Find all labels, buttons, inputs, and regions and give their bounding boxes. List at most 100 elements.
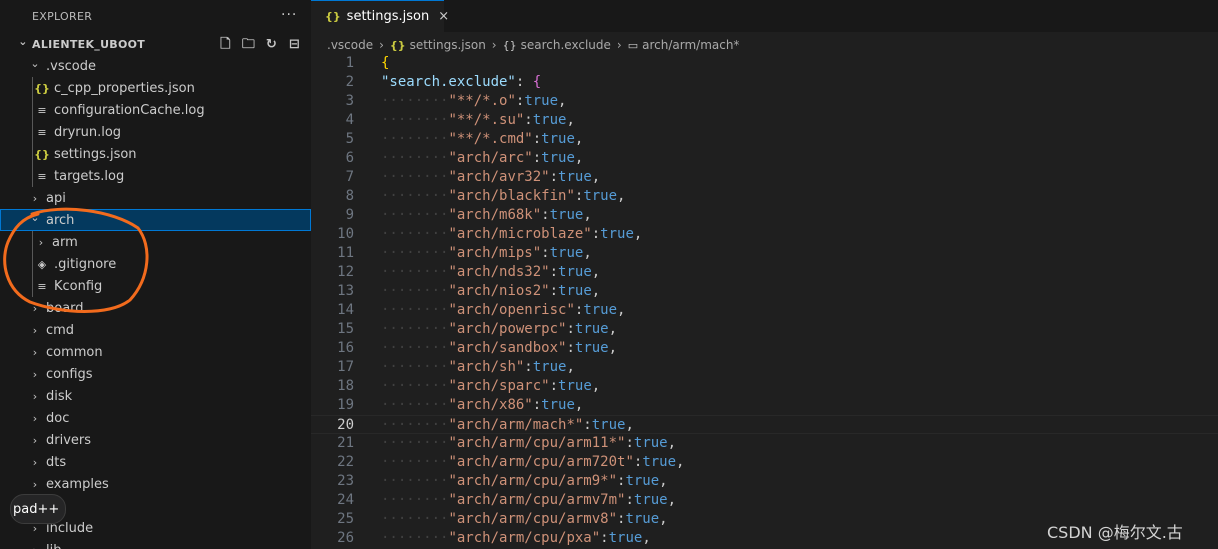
text-file-icon: ≡	[37, 125, 47, 139]
text-file-icon: ≡	[37, 169, 47, 183]
code-line[interactable]: 7 ········"arch/avr32":true,	[311, 168, 1218, 187]
tree-item[interactable]: › configs	[0, 363, 311, 385]
breadcrumb-item[interactable]: search.exclude	[521, 38, 611, 52]
collapse-all-icon[interactable]: ⊟	[287, 37, 302, 52]
explorer-sidebar: EXPLORER ··· ⌄ ALIENTEK_UBOOT 🗋 🗀 ↻ ⊟ ⌄ .vscode…	[0, 0, 311, 549]
code-text: ········"arch/avr32":true,	[381, 169, 601, 185]
tab-bar: {} settings.json ×	[311, 0, 1218, 32]
tree-item-label: c_cpp_properties.json	[54, 80, 195, 96]
tree-item[interactable]: › common	[0, 341, 311, 363]
line-number: 12	[337, 264, 354, 280]
line-number: 11	[337, 245, 354, 261]
breadcrumb-item[interactable]: settings.json	[410, 38, 486, 52]
text-file-icon: ≡	[37, 279, 47, 293]
tree-item[interactable]: {} c_cpp_properties.json	[0, 77, 311, 99]
tree-item[interactable]: › arm	[0, 231, 311, 253]
tree-item[interactable]: ≡ Kconfig	[0, 275, 311, 297]
code-line[interactable]: 14 ········"arch/openrisc":true,	[311, 301, 1218, 320]
object-icon: {}	[502, 38, 517, 52]
code-text: ········"arch/mips":true,	[381, 245, 592, 261]
tree-item[interactable]: › api	[0, 187, 311, 209]
line-number: 22	[337, 454, 354, 470]
tree-item-label: api	[46, 190, 66, 206]
code-text: "search.exclude": {	[381, 74, 542, 90]
code-text: ········"arch/arm/cpu/armv7m":true,	[381, 492, 677, 508]
tree-item[interactable]: ≡ targets.log	[0, 165, 311, 187]
editor-area: {} settings.json × .vscode › {} settings…	[311, 0, 1218, 549]
line-number: 23	[337, 473, 354, 489]
tree-item[interactable]: › lib	[0, 539, 311, 549]
chevron-down-icon: ⌄	[18, 34, 28, 48]
code-line[interactable]: 3 ········"**/*.o":true,	[311, 92, 1218, 111]
code-line[interactable]: 23 ········"arch/arm/cpu/arm9*":true,	[311, 472, 1218, 491]
tree-item-label: dryrun.log	[54, 124, 122, 140]
tree-item[interactable]: › examples	[0, 473, 311, 495]
code-text: ········"arch/nds32":true,	[381, 264, 601, 280]
tree-item[interactable]: › dts	[0, 451, 311, 473]
indent-guide	[32, 77, 33, 187]
code-line[interactable]: 19 ········"arch/x86":true,	[311, 396, 1218, 415]
line-number: 15	[337, 321, 354, 337]
code-line[interactable]: 5 ········"**/*.cmd":true,	[311, 130, 1218, 149]
new-file-icon[interactable]: 🗋	[218, 37, 233, 52]
tree-item-label: .gitignore	[54, 256, 117, 272]
tree-item-label: dts	[46, 454, 67, 470]
refresh-icon[interactable]: ↻	[264, 37, 279, 52]
code-line[interactable]: 15 ········"arch/powerpc":true,	[311, 320, 1218, 339]
code-line[interactable]: 17 ········"arch/sh":true,	[311, 358, 1218, 377]
code-line[interactable]: 10 ········"arch/microblaze":true,	[311, 225, 1218, 244]
code-line[interactable]: 6 ········"arch/arc":true,	[311, 149, 1218, 168]
line-number: 2	[345, 74, 354, 90]
line-number: 5	[345, 131, 354, 147]
chevron-right-icon: ›	[32, 367, 38, 381]
code-text: ········"arch/blackfin":true,	[381, 188, 626, 204]
tree-item[interactable]: › doc	[0, 407, 311, 429]
code-text: ········"arch/sparc":true,	[381, 378, 601, 394]
code-text: {	[381, 55, 390, 71]
code-text: ········"arch/arm/cpu/armv8":true,	[381, 511, 668, 527]
chevron-right-icon: ›	[32, 411, 38, 425]
code-line[interactable]: 8 ········"arch/blackfin":true,	[311, 187, 1218, 206]
tree-item[interactable]: › board	[0, 297, 311, 319]
code-line[interactable]: 20 ········"arch/arm/mach*":true,	[311, 415, 1218, 434]
text-file-icon: ≡	[37, 103, 47, 117]
close-icon[interactable]: ×	[438, 9, 449, 24]
git-file-icon: ◈	[37, 257, 47, 271]
code-line[interactable]: 21 ········"arch/arm/cpu/arm11*":true,	[311, 434, 1218, 453]
code-line[interactable]: 4 ········"**/*.su":true,	[311, 111, 1218, 130]
tree-item[interactable]: › disk	[0, 385, 311, 407]
tree-item[interactable]: ◈ .gitignore	[0, 253, 311, 275]
tree-item-label: drivers	[46, 432, 92, 448]
tree-item[interactable]: ⌄ .vscode	[0, 55, 311, 77]
tree-item[interactable]: › drivers	[0, 429, 311, 451]
tree-root-folder[interactable]: ⌄ ALIENTEK_UBOOT 🗋 🗀 ↻ ⊟	[0, 33, 311, 55]
tree-item[interactable]: {} settings.json	[0, 143, 311, 165]
code-line[interactable]: 9 ········"arch/m68k":true,	[311, 206, 1218, 225]
code-line[interactable]: 24 ········"arch/arm/cpu/armv7m":true,	[311, 491, 1218, 510]
code-line[interactable]: 1{	[311, 54, 1218, 73]
tree-item[interactable]: ≡ configurationCache.log	[0, 99, 311, 121]
more-actions-icon[interactable]: ···	[281, 7, 297, 23]
breadcrumb-item[interactable]: arch/arm/mach*	[642, 38, 739, 52]
code-text: ········"arch/arc":true,	[381, 150, 584, 166]
tab-settings-json[interactable]: {} settings.json ×	[311, 0, 449, 32]
tree-item[interactable]: ⌄ arch	[0, 209, 311, 231]
breadcrumb-item[interactable]: .vscode	[327, 38, 373, 52]
code-line[interactable]: 13 ········"arch/nios2":true,	[311, 282, 1218, 301]
code-line[interactable]: 2 "search.exclude": {	[311, 73, 1218, 92]
code-line[interactable]: 12 ········"arch/nds32":true,	[311, 263, 1218, 282]
new-folder-icon[interactable]: 🗀	[241, 37, 256, 52]
code-line[interactable]: 18 ········"arch/sparc":true,	[311, 377, 1218, 396]
code-line[interactable]: 11 ········"arch/mips":true,	[311, 244, 1218, 263]
tree-item[interactable]: › cmd	[0, 319, 311, 341]
line-number: 26	[337, 530, 354, 546]
line-number: 19	[337, 397, 354, 413]
code-line[interactable]: 22 ········"arch/arm/cpu/arm720t":true,	[311, 453, 1218, 472]
line-number: 10	[337, 226, 354, 242]
tree-item[interactable]: ≡ dryrun.log	[0, 121, 311, 143]
code-line[interactable]: 16 ········"arch/sandbox":true,	[311, 339, 1218, 358]
string-icon: ▭	[627, 38, 639, 52]
tree-item-label: Kconfig	[54, 278, 103, 294]
chevron-right-icon: ›	[32, 345, 38, 359]
tree-item-label: common	[46, 344, 103, 360]
